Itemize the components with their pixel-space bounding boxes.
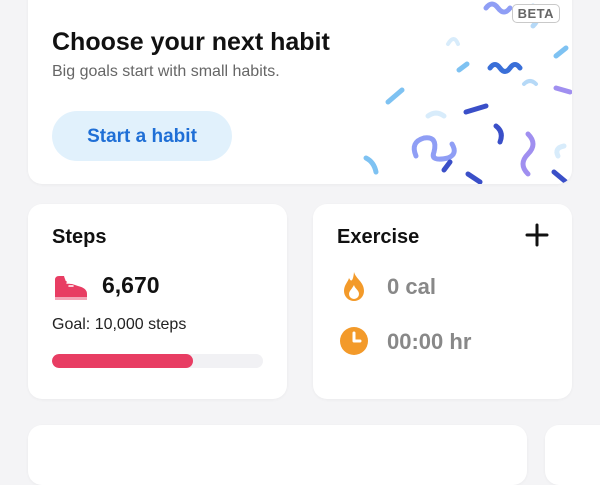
steps-progress-fill bbox=[52, 354, 193, 368]
step-goal: Goal: 10,000 steps bbox=[52, 316, 187, 333]
steps-title: Steps bbox=[52, 226, 107, 248]
confetti-decoration bbox=[363, 1, 572, 184]
plus-icon[interactable] bbox=[524, 222, 550, 248]
step-count: 6,670 bbox=[102, 272, 160, 298]
habit-title: Choose your next habit bbox=[52, 28, 330, 56]
habit-card: BETA Choose your next habit Big goals st… bbox=[28, 0, 572, 184]
clock-icon bbox=[340, 327, 368, 355]
exercise-title: Exercise bbox=[337, 226, 420, 248]
beta-badge: BETA bbox=[511, 4, 560, 23]
shoe-icon bbox=[55, 276, 87, 300]
exercise-card[interactable]: Exercise 0 cal 00:00 hr bbox=[313, 204, 572, 399]
start-habit-button[interactable]: Start a habit bbox=[52, 111, 232, 161]
calories-value: 0 cal bbox=[387, 274, 436, 299]
steps-card[interactable]: Steps 6,670 Goal: 10,000 steps bbox=[28, 204, 287, 399]
flame-icon bbox=[344, 272, 364, 301]
bottom-card-left[interactable] bbox=[28, 425, 527, 485]
habit-subtitle: Big goals start with small habits. bbox=[52, 63, 280, 80]
steps-progress-bar bbox=[52, 354, 263, 368]
bottom-card-right[interactable] bbox=[545, 425, 600, 485]
duration-value: 00:00 hr bbox=[387, 329, 472, 354]
